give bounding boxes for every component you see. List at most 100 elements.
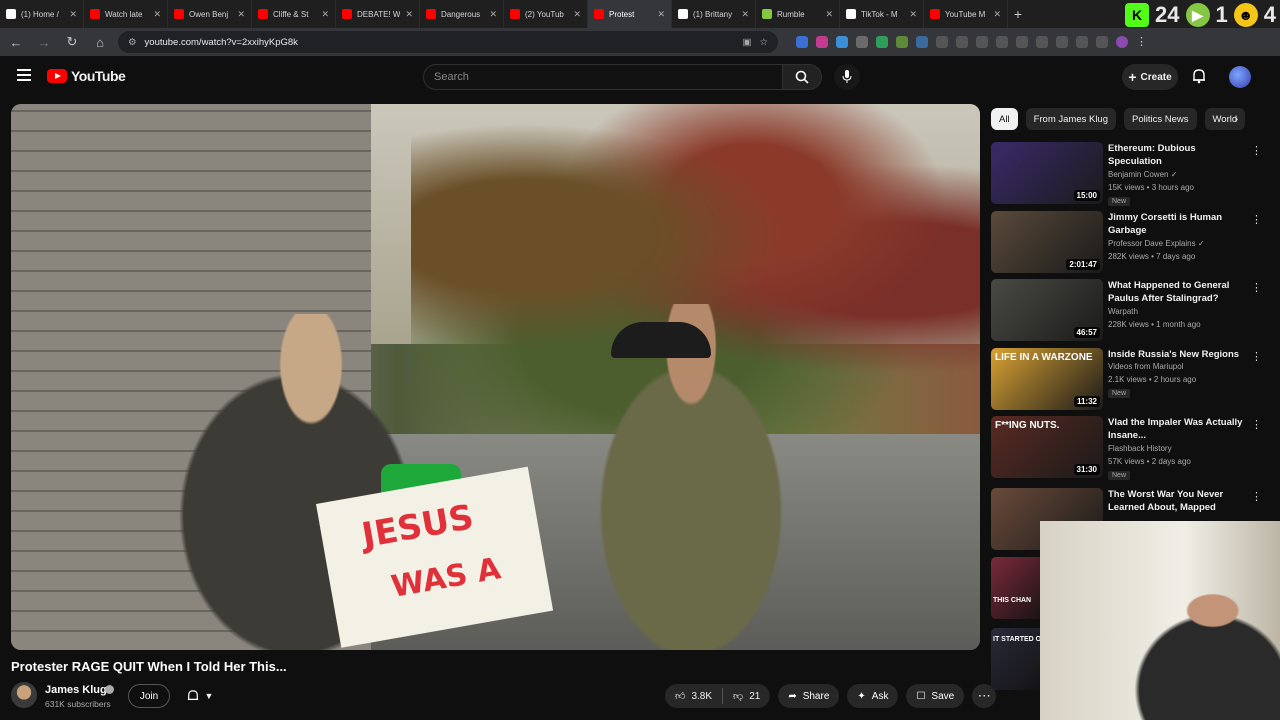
install-app-icon[interactable]: ▣ [742,37,751,48]
browser-tab[interactable]: Protest ✕ [588,0,672,28]
more-vertical-icon[interactable]: ⋮ [1251,281,1262,294]
notification-bell-dropdown[interactable]: ▼ [178,684,222,708]
recommendation-item[interactable]: 46:57 What Happened to General Paulus Aft… [991,279,1271,341]
address-bar[interactable]: ⚙ youtube.com/watch?v=2xxihyKpG8k ▣ ☆ [118,31,778,53]
video-thumbnail[interactable]: 2:01:47 [991,211,1103,273]
tab-close-icon[interactable]: ✕ [573,9,581,20]
recommendation-item[interactable]: F**ING NUTS. 31:30 Vlad the Impaler Was Ac… [991,416,1271,480]
extension-icon[interactable] [1036,36,1048,48]
browser-tab[interactable]: (1) Brittany ✕ [672,0,756,28]
filter-chip[interactable]: From James Klug [1025,108,1116,130]
browser-tab[interactable]: Dangerous ✕ [420,0,504,28]
tab-close-icon[interactable]: ✕ [405,9,413,20]
channel-avatar[interactable] [11,682,37,708]
more-vertical-icon[interactable]: ⋮ [1251,490,1262,503]
browser-tab[interactable]: Cliffe & St ✕ [252,0,336,28]
tab-close-icon[interactable]: ✕ [657,9,665,20]
emoji-face-icon[interactable]: ☻ [1233,3,1258,27]
search-button[interactable] [782,64,822,90]
more-vertical-icon[interactable]: ⋮ [1251,213,1262,226]
search-input[interactable]: Search [423,64,783,90]
recommendation-channel[interactable]: Videos from Mariupol [1108,362,1183,371]
voice-search-button[interactable] [834,64,860,90]
extension-icon[interactable] [796,36,808,48]
profile-avatar-icon[interactable] [1116,36,1128,48]
extension-icon[interactable] [1016,36,1028,48]
more-vertical-icon[interactable]: ⋮ [1251,144,1262,157]
channel-name[interactable]: James Klug [45,684,107,696]
extension-icon[interactable] [876,36,888,48]
more-vertical-icon[interactable]: ⋮ [1251,418,1262,431]
tab-close-icon[interactable]: ✕ [741,9,749,20]
tab-close-icon[interactable]: ✕ [825,9,833,20]
browser-tab[interactable]: DEBATE! W ✕ [336,0,420,28]
like-button[interactable]: 👍︎ 3.8K [665,684,722,708]
filter-chip[interactable]: World [1204,108,1246,130]
extension-icon[interactable] [936,36,948,48]
browser-tab[interactable]: Owen Benj ✕ [168,0,252,28]
extension-icon[interactable] [896,36,908,48]
tab-close-icon[interactable]: ✕ [993,9,1001,20]
browser-tab[interactable]: YouTube M ✕ [924,0,1008,28]
recommendation-title[interactable]: Vlad the Impaler Was Actually Insane... [1108,416,1243,442]
browser-tab[interactable]: Rumble ✕ [756,0,840,28]
extension-icon[interactable] [956,36,968,48]
reload-icon[interactable]: ↻ [62,32,82,52]
video-thumbnail[interactable]: F**ING NUTS. 31:30 [991,416,1103,478]
more-vertical-icon[interactable]: ⋮ [1251,350,1262,363]
recommendation-item[interactable]: 2:01:47 Jimmy Corsetti is Human Garbage Pr… [991,211,1271,273]
tab-close-icon[interactable]: ✕ [489,9,497,20]
account-avatar[interactable] [1229,66,1251,88]
join-button[interactable]: Join [128,684,170,708]
browser-tab[interactable]: TikTok - M ✕ [840,0,924,28]
site-info-icon[interactable]: ⚙ [128,37,137,48]
filter-chip[interactable]: Politics News [1124,108,1197,130]
recommendation-title[interactable]: Ethereum: Dubious Speculation [1108,142,1243,168]
recommendation-channel[interactable]: Professor Dave Explains ✓ [1108,239,1205,248]
extension-icon[interactable] [1096,36,1108,48]
extension-icon[interactable] [1056,36,1068,48]
recommendation-title[interactable]: The Worst War You Never Learned About, M… [1108,488,1243,514]
video-thumbnail[interactable]: 46:57 [991,279,1103,341]
ask-button[interactable]: ✦ Ask [847,684,899,708]
create-button[interactable]: + Create [1122,64,1178,90]
video-thumbnail[interactable]: 15:00 [991,142,1103,204]
new-tab-button[interactable]: + [1008,6,1028,22]
browser-tab[interactable]: Watch late ✕ [84,0,168,28]
menu-icon[interactable] [17,69,31,81]
extension-icon[interactable] [976,36,988,48]
back-icon[interactable]: ← [6,32,26,52]
youtube-logo[interactable]: YouTube [47,68,126,84]
tab-close-icon[interactable]: ✕ [69,9,77,20]
recommendation-item[interactable]: 15:00 Ethereum: Dubious Speculation Benjam… [991,142,1271,206]
rumble-icon[interactable]: ▶ [1185,3,1210,27]
browser-menu-icon[interactable]: ⋮ [1136,36,1148,48]
recommendation-title[interactable]: What Happened to General Paulus After St… [1108,279,1243,305]
recommendation-item[interactable]: LIFE IN A WARZONE 11:32 Inside Russia's Ne… [991,348,1271,410]
dislike-button[interactable]: 👎︎ 21 [723,684,770,708]
recommendation-channel[interactable]: Benjamin Cowen ✓ [1108,170,1177,179]
recommendation-title[interactable]: Jimmy Corsetti is Human Garbage [1108,211,1243,237]
recommendation-title[interactable]: Inside Russia's New Regions [1108,348,1243,361]
extension-icon[interactable] [1076,36,1088,48]
recommendation-channel[interactable]: Warpath [1108,307,1138,316]
share-button[interactable]: ➦ Share [778,684,840,708]
extension-icon[interactable] [856,36,868,48]
tab-close-icon[interactable]: ✕ [909,9,917,20]
notifications-button[interactable] [1192,68,1206,89]
extension-icon[interactable] [836,36,848,48]
browser-tab[interactable]: (2) YouTub ✕ [504,0,588,28]
forward-icon[interactable]: → [34,32,54,52]
tab-close-icon[interactable]: ✕ [237,9,245,20]
chevron-right-icon[interactable]: › [1234,111,1238,126]
browser-tab[interactable]: (1) Home / ✕ [0,0,84,28]
extension-icon[interactable] [996,36,1008,48]
bookmark-star-icon[interactable]: ☆ [759,37,768,48]
tab-close-icon[interactable]: ✕ [321,9,329,20]
recommendation-channel[interactable]: Flashback History [1108,444,1172,453]
kick-icon[interactable]: K [1125,3,1150,27]
extension-icon[interactable] [916,36,928,48]
home-icon[interactable]: ⌂ [90,32,110,52]
video-player[interactable]: JESUS WAS A [11,104,980,650]
extension-icon[interactable] [816,36,828,48]
